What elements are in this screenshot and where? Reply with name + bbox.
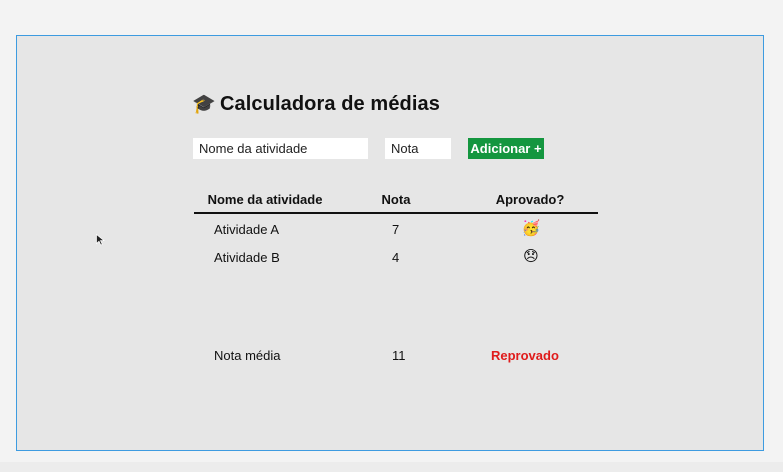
grade-cell: 7 — [392, 222, 400, 237]
table-header-divider — [194, 212, 598, 214]
column-header-approved: Aprovado? — [495, 192, 565, 207]
add-button[interactable]: Adicionar + — [468, 138, 544, 159]
average-value: 11 — [392, 348, 406, 363]
activity-name-cell: Atividade B — [214, 250, 280, 265]
grade-cell: 4 — [392, 250, 400, 265]
party-face-icon: 🥳 — [521, 220, 541, 237]
column-header-grade: Nota — [381, 192, 411, 207]
final-status-badge: Reprovado — [491, 348, 559, 363]
mouse-cursor-icon — [96, 234, 105, 246]
graduation-cap-icon: 🎓 — [192, 93, 216, 115]
sad-face-icon: 😞 — [523, 248, 539, 265]
activity-name-input[interactable] — [193, 138, 368, 159]
activity-name-cell: Atividade A — [214, 222, 280, 237]
column-header-activity-name: Nome da atividade — [207, 192, 323, 207]
page-title: Calculadora de médias — [220, 92, 440, 115]
grade-input[interactable] — [385, 138, 451, 159]
window-bottom-strip — [0, 462, 783, 472]
average-label: Nota média — [214, 348, 281, 363]
page-header: 🎓 Calculadora de médias — [192, 90, 440, 118]
